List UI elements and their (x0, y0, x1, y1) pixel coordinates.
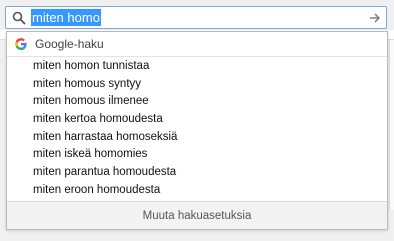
suggestion-item[interactable]: miten iskeä homomies (7, 146, 387, 164)
search-suggestions-popup: Google-haku miten homon tunnistaa miten … (6, 31, 388, 230)
search-bar[interactable]: miten homo (5, 6, 387, 29)
search-icon (9, 7, 29, 28)
suggestion-item[interactable]: miten homous ilmenee (7, 93, 387, 111)
change-search-settings-button[interactable]: Muuta hakuasetuksia (7, 201, 387, 229)
go-arrow-icon[interactable] (364, 7, 386, 28)
suggestion-item[interactable]: miten homon tunnistaa (7, 58, 387, 76)
suggestion-item[interactable]: miten eroon homoudesta (7, 182, 387, 200)
suggestion-list: miten homon tunnistaa miten homous synty… (7, 57, 387, 200)
page-scroll-edge (389, 40, 394, 210)
search-input[interactable]: miten homo (31, 9, 101, 26)
suggestion-item[interactable]: miten kertoa homoudesta (7, 111, 387, 129)
engine-header[interactable]: Google-haku (7, 32, 387, 57)
engine-label: Google-haku (35, 37, 104, 51)
suggestion-item[interactable]: miten homous syntyy (7, 76, 387, 94)
suggestion-item[interactable]: miten harrastaa homoseksiä (7, 129, 387, 147)
suggestion-item[interactable]: miten parantua homoudesta (7, 164, 387, 182)
google-g-icon (14, 37, 28, 51)
